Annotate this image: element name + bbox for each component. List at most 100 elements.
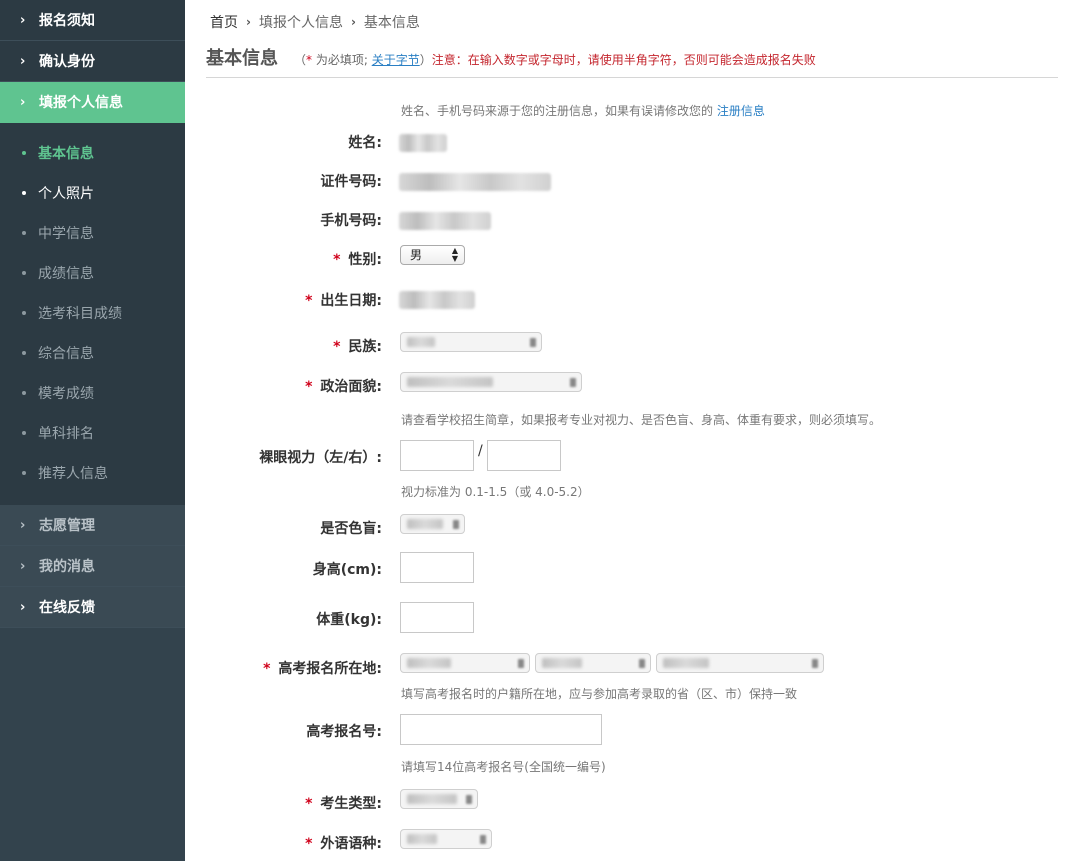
vision-right-input[interactable] xyxy=(487,440,561,471)
sidebar-item-registration-notice[interactable]: › 报名须知 xyxy=(0,0,185,41)
health-note: 请查看学校招生简章，如果报考专业对视力、是否色盲、身高、体重有要求，则必须填写。 xyxy=(401,413,882,427)
sidebar-subitem-general[interactable]: 综合信息 xyxy=(0,333,185,373)
sidebar-item-messages[interactable]: › 我的消息 xyxy=(0,546,185,587)
breadcrumb-personal-info[interactable]: 填报个人信息 xyxy=(259,12,343,32)
location-city-select[interactable] xyxy=(535,653,651,673)
candidate-type-select[interactable] xyxy=(400,789,478,809)
sidebar-subitem-subject-rank[interactable]: 单科排名 xyxy=(0,413,185,453)
gender-label-text: 性别: xyxy=(348,252,382,268)
chevron-right-icon: › xyxy=(20,53,26,69)
bullet-icon xyxy=(22,431,26,435)
candidate-type-label: * 考生类型: xyxy=(206,793,382,813)
registration-number-note: 请填写14位高考报名号(全国统一编号) xyxy=(401,760,606,774)
required-star: * xyxy=(305,379,313,395)
about-link[interactable]: 关于字节 xyxy=(372,53,420,67)
select-arrows-icon xyxy=(812,659,818,668)
chevron-right-icon: › xyxy=(350,15,356,29)
sidebar-subitem-label: 选考科目成绩 xyxy=(38,306,122,322)
sidebar-subitem-photo[interactable]: 个人照片 xyxy=(0,173,185,213)
chevron-right-icon: › xyxy=(246,15,251,29)
sidebar-item-confirm-identity[interactable]: › 确认身份 xyxy=(0,41,185,82)
location-note: 填写高考报名时的户籍所在地，应与参加高考录取的省（区、市）保持一致 xyxy=(401,687,798,701)
breadcrumb-current: 基本信息 xyxy=(363,15,420,31)
ethnicity-label: * 民族: xyxy=(206,336,382,356)
title-row: 基本信息 （* 为必填项; 关于字节）注意：在输入数字或字母时，请使用半角字符，… xyxy=(206,44,1058,78)
sidebar-subitem-label: 综合信息 xyxy=(38,346,94,362)
required-star: * xyxy=(333,252,341,268)
chevron-right-icon: › xyxy=(20,517,26,533)
sidebar-subitem-referee[interactable]: 推荐人信息 xyxy=(0,453,185,493)
foreign-language-label: * 外语语种: xyxy=(206,833,382,853)
political-status-label-text: 政治面貌: xyxy=(320,379,382,395)
chevron-right-icon: › xyxy=(20,94,26,110)
id-number-value xyxy=(399,173,551,191)
phone-label: 手机号码: xyxy=(320,213,382,229)
vision-separator: / xyxy=(478,443,483,459)
chevron-right-icon: › xyxy=(20,599,26,615)
sidebar-bottom-group: › 志愿管理 › 我的消息 › 在线反馈 xyxy=(0,505,185,628)
breadcrumb-home[interactable]: 首页 xyxy=(210,12,238,32)
location-province-value xyxy=(407,658,451,668)
select-arrows-icon xyxy=(518,659,524,668)
sidebar-subitem-label: 基本信息 xyxy=(38,146,94,162)
intro-note-text: 姓名、手机号码来源于您的注册信息，如果有误请修改您的 xyxy=(401,104,717,118)
ethnicity-select-value xyxy=(407,337,435,347)
required-star: * xyxy=(305,796,313,812)
location-province-select[interactable] xyxy=(400,653,530,673)
sidebar-subitem-label: 中学信息 xyxy=(38,226,94,242)
colorblind-select-value xyxy=(407,519,443,529)
sidebar-subitem-school[interactable]: 中学信息 xyxy=(0,213,185,253)
name-label: 姓名: xyxy=(348,135,382,151)
location-district-value xyxy=(663,658,709,668)
select-arrows-icon xyxy=(480,835,486,844)
exam-location-label: * 高考报名所在地: xyxy=(206,658,382,678)
name-value xyxy=(399,134,447,152)
sidebar-subitem-label: 个人照片 xyxy=(38,186,94,202)
sidebar-subitem-basic-info[interactable]: 基本信息 xyxy=(0,133,185,173)
sidebar-subitem-label: 单科排名 xyxy=(38,426,94,442)
page-title: 基本信息 xyxy=(206,48,278,69)
phone-value xyxy=(399,212,491,230)
sidebar-item-label: 志愿管理 xyxy=(39,518,95,534)
colorblind-select[interactable] xyxy=(400,514,465,534)
sidebar-subitem-mock-exam[interactable]: 模考成绩 xyxy=(0,373,185,413)
birthdate-label-text: 出生日期: xyxy=(320,293,382,309)
sidebar-item-label: 填报个人信息 xyxy=(39,95,123,111)
sidebar-item-personal-info[interactable]: › 填报个人信息 xyxy=(0,82,185,123)
sidebar-subitem-scores[interactable]: 成绩信息 xyxy=(0,253,185,293)
vision-left-input[interactable] xyxy=(400,440,474,471)
location-district-select[interactable] xyxy=(656,653,824,673)
height-input[interactable] xyxy=(400,552,474,583)
sidebar-item-label: 我的消息 xyxy=(39,559,95,575)
register-info-link[interactable]: 注册信息 xyxy=(717,104,765,118)
hint-required-text: 为必填项; xyxy=(312,53,372,67)
registration-number-label: 高考报名号: xyxy=(306,724,382,740)
weight-input[interactable] xyxy=(400,602,474,633)
gender-select[interactable]: 男 ▲ ▼ xyxy=(400,245,465,265)
foreign-language-select[interactable] xyxy=(400,829,492,849)
political-status-select-value xyxy=(407,377,493,387)
sidebar-item-feedback[interactable]: › 在线反馈 xyxy=(0,587,185,628)
birthdate-label: * 出生日期: xyxy=(206,290,382,310)
breadcrumb: 首页 › 填报个人信息 › 基本信息 xyxy=(206,0,1058,44)
registration-number-input[interactable] xyxy=(400,714,602,745)
required-star: * xyxy=(305,293,313,309)
hint-paren-close: ） xyxy=(419,53,432,67)
bullet-icon xyxy=(22,351,26,355)
sidebar-subitem-elective-scores[interactable]: 选考科目成绩 xyxy=(0,293,185,333)
chevron-right-icon: › xyxy=(20,12,26,28)
chevron-right-icon: › xyxy=(20,558,26,574)
political-status-select[interactable] xyxy=(400,372,582,392)
gender-label: * 性别: xyxy=(206,249,382,269)
main-content: 首页 › 填报个人信息 › 基本信息 基本信息 （* 为必填项; 关于字节）注意… xyxy=(206,0,1058,852)
halfwidth-warning: 注意：在输入数字或字母时，请使用半角字符，否则可能会造成报名失败 xyxy=(431,53,816,67)
height-label: 身高(cm): xyxy=(312,562,382,578)
intro-note: 姓名、手机号码来源于您的注册信息，如果有误请修改您的 注册信息 xyxy=(401,102,765,119)
weight-label: 体重(kg): xyxy=(316,612,382,628)
sidebar-item-applications[interactable]: › 志愿管理 xyxy=(0,505,185,546)
foreign-language-label-text: 外语语种: xyxy=(320,836,382,852)
foreign-language-value xyxy=(407,834,437,844)
sidebar-item-label: 报名须知 xyxy=(39,13,95,29)
select-arrows-icon xyxy=(453,520,459,529)
ethnicity-select[interactable] xyxy=(400,332,542,352)
